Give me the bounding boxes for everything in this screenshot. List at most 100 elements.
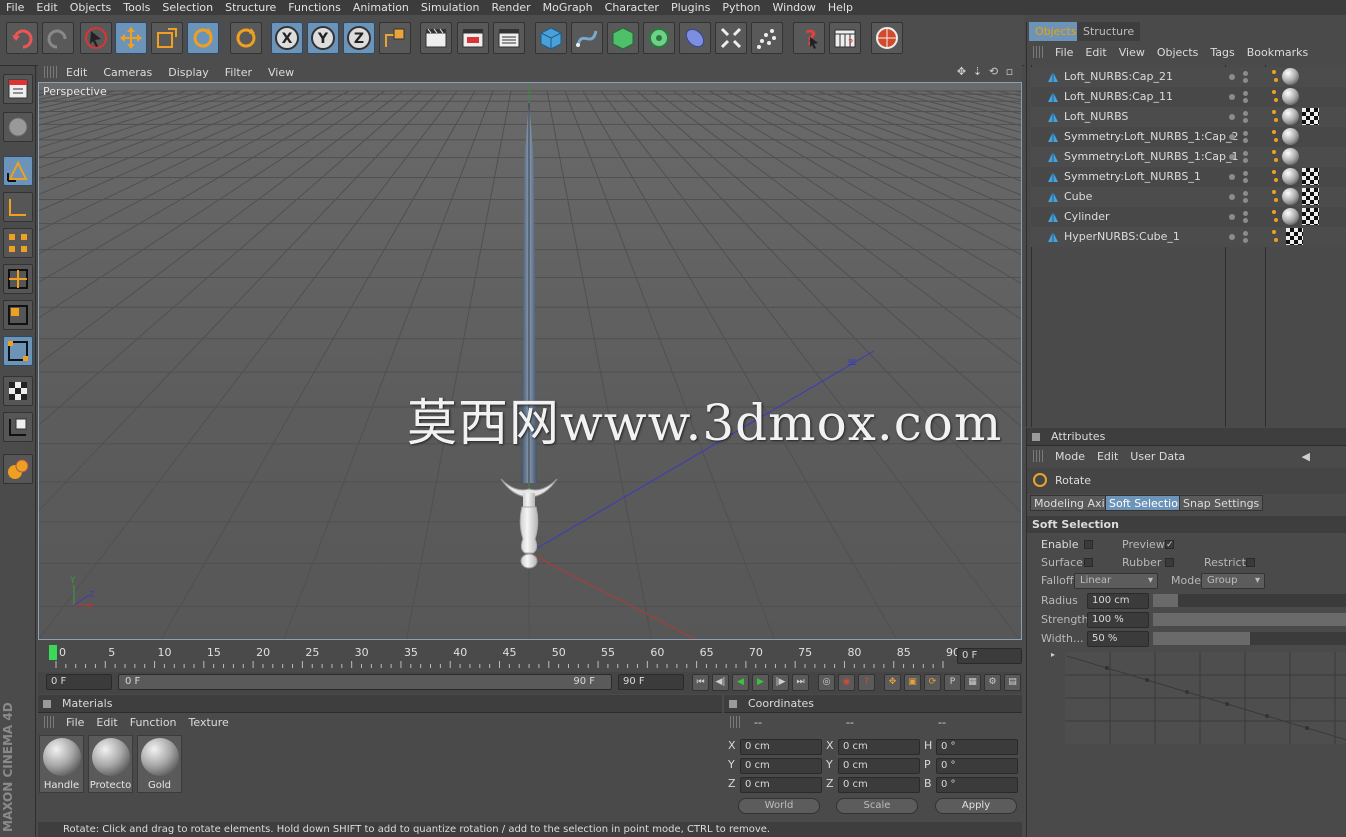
object-row[interactable]: HyperNURBS:Cube_1: [1031, 227, 1346, 247]
timeline-window-icon[interactable]: ▤: [1004, 674, 1021, 691]
surface-checkbox[interactable]: [1084, 558, 1093, 567]
materials-menu-texture[interactable]: Texture: [183, 716, 235, 729]
menu-animation[interactable]: Animation: [347, 1, 415, 14]
menu-plugins[interactable]: Plugins: [665, 1, 716, 14]
scale-icon[interactable]: [151, 22, 183, 54]
cube-primitive-icon[interactable]: [535, 22, 567, 54]
tag-marker-icon[interactable]: [1271, 108, 1279, 125]
editor-visibility-icon[interactable]: [1243, 131, 1248, 136]
enable-checkbox[interactable]: [1084, 540, 1093, 549]
model-mode-icon[interactable]: [3, 156, 33, 186]
preview-checkbox[interactable]: ✓: [1165, 540, 1174, 550]
visibility-dot-icon[interactable]: [1229, 214, 1235, 220]
menu-render[interactable]: Render: [486, 1, 537, 14]
maximize-view-icon[interactable]: ▫: [1003, 65, 1016, 78]
timeline-icon[interactable]: ?: [829, 22, 861, 54]
previous-key-icon[interactable]: ◀|: [712, 674, 729, 691]
position-field[interactable]: 0 cm: [740, 777, 822, 793]
nurbs-icon[interactable]: [607, 22, 639, 54]
tag-marker-icon[interactable]: [1271, 128, 1279, 145]
perspective-viewport[interactable]: ≡ Y X Z Perspective 莫西网www.3dmox.com: [38, 82, 1022, 640]
phong-tag-icon[interactable]: [1282, 108, 1299, 125]
object-row[interactable]: Symmetry:Loft_NURBS_1:Cap_2: [1031, 127, 1346, 147]
position-field[interactable]: 0 cm: [740, 739, 822, 755]
frame-range-slider[interactable]: 0 F 90 F: [118, 674, 612, 690]
strength-field[interactable]: 100 %: [1087, 612, 1149, 628]
phong-tag-icon[interactable]: [1282, 168, 1299, 185]
scene-icon[interactable]: [715, 22, 747, 54]
texture-mode-icon[interactable]: [3, 376, 33, 406]
record-keys-icon[interactable]: ◎: [818, 674, 835, 691]
editor-visibility-icon[interactable]: [1243, 171, 1248, 176]
autokey-icon[interactable]: ◉: [838, 674, 855, 691]
pan-view-icon[interactable]: ✥: [955, 65, 968, 78]
menu-structure[interactable]: Structure: [219, 1, 282, 14]
visibility-dot-icon[interactable]: [1229, 174, 1235, 180]
key-parameter-icon[interactable]: P: [944, 674, 961, 691]
grip-icon[interactable]: [730, 716, 742, 728]
viewport-menu-edit[interactable]: Edit: [58, 66, 95, 79]
browser-icon[interactable]: [871, 22, 903, 54]
editor-visibility-icon[interactable]: [1243, 231, 1248, 236]
width-slider[interactable]: [1153, 632, 1346, 645]
grip-icon[interactable]: [1033, 450, 1045, 462]
objects-menu-bookmarks[interactable]: Bookmarks: [1241, 46, 1314, 59]
tab-snap-settings[interactable]: Snap Settings: [1179, 495, 1264, 511]
objects-menu-tags[interactable]: Tags: [1204, 46, 1240, 59]
visibility-dot-icon[interactable]: [1229, 94, 1235, 100]
playhead[interactable]: [49, 645, 57, 660]
object-row[interactable]: Loft_NURBS: [1031, 107, 1346, 127]
menu-character[interactable]: Character: [599, 1, 665, 14]
attributes-menu-edit[interactable]: Edit: [1091, 450, 1124, 463]
rotate-view-icon[interactable]: ⟲: [987, 65, 1000, 78]
tag-marker-icon[interactable]: [1271, 88, 1279, 105]
falloff-dropdown[interactable]: Linear ▾: [1074, 573, 1158, 589]
objects-menu-objects[interactable]: Objects: [1151, 46, 1205, 59]
viewport-menu-cameras[interactable]: Cameras: [95, 66, 160, 79]
phong-tag-icon[interactable]: [1282, 208, 1299, 225]
tag-marker-icon[interactable]: [1271, 168, 1279, 185]
render-visibility-icon[interactable]: [1243, 198, 1248, 203]
objects-menu-view[interactable]: View: [1113, 46, 1151, 59]
menu-selection[interactable]: Selection: [156, 1, 219, 14]
go-to-start-icon[interactable]: ⏮: [692, 674, 709, 691]
rotation-field[interactable]: 0 °: [936, 758, 1018, 774]
scheme-icon[interactable]: ⚙: [984, 674, 1001, 691]
rubber-checkbox[interactable]: [1165, 558, 1174, 567]
falloff-curve-graph[interactable]: [1065, 652, 1346, 744]
world-coordinate-icon[interactable]: [379, 22, 411, 54]
size-field[interactable]: 0 cm: [838, 758, 920, 774]
visibility-dot-icon[interactable]: [1229, 234, 1235, 240]
phong-tag-icon[interactable]: [1282, 68, 1299, 85]
material-swatch[interactable]: Gold: [137, 735, 182, 793]
tag-marker-icon[interactable]: [1271, 148, 1279, 165]
deformer-icon[interactable]: [679, 22, 711, 54]
menu-tools[interactable]: Tools: [117, 1, 156, 14]
size-mode-dropdown[interactable]: Scale: [836, 798, 918, 814]
tag-marker-icon[interactable]: [1271, 68, 1279, 85]
menu-mograph[interactable]: MoGraph: [537, 1, 599, 14]
tab-objects[interactable]: Objects: [1029, 22, 1083, 41]
menu-objects[interactable]: Objects: [64, 1, 118, 14]
key-pla-icon[interactable]: ▦: [964, 674, 981, 691]
editor-visibility-icon[interactable]: [1243, 91, 1248, 96]
help-cursor-icon[interactable]: ?: [793, 22, 825, 54]
visibility-dot-icon[interactable]: [1229, 154, 1235, 160]
tag-marker-icon[interactable]: [1271, 188, 1279, 205]
material-swatch[interactable]: Protecto: [88, 735, 133, 793]
menu-simulation[interactable]: Simulation: [415, 1, 486, 14]
position-field[interactable]: 0 cm: [740, 758, 822, 774]
go-to-end-icon[interactable]: ⏭: [792, 674, 809, 691]
render-visibility-icon[interactable]: [1243, 78, 1248, 83]
viewport-menu-display[interactable]: Display: [160, 66, 217, 79]
material-swatch[interactable]: Handle: [39, 735, 84, 793]
texture-tag-icon[interactable]: [1302, 208, 1319, 225]
phong-tag-icon[interactable]: [1282, 128, 1299, 145]
key-scale-icon[interactable]: ▣: [904, 674, 921, 691]
live-selection-icon[interactable]: [80, 22, 112, 54]
visibility-dot-icon[interactable]: [1229, 194, 1235, 200]
uv-points-icon[interactable]: [3, 336, 33, 366]
size-field[interactable]: 0 cm: [838, 739, 920, 755]
editor-visibility-icon[interactable]: [1243, 151, 1248, 156]
move-icon[interactable]: [115, 22, 147, 54]
